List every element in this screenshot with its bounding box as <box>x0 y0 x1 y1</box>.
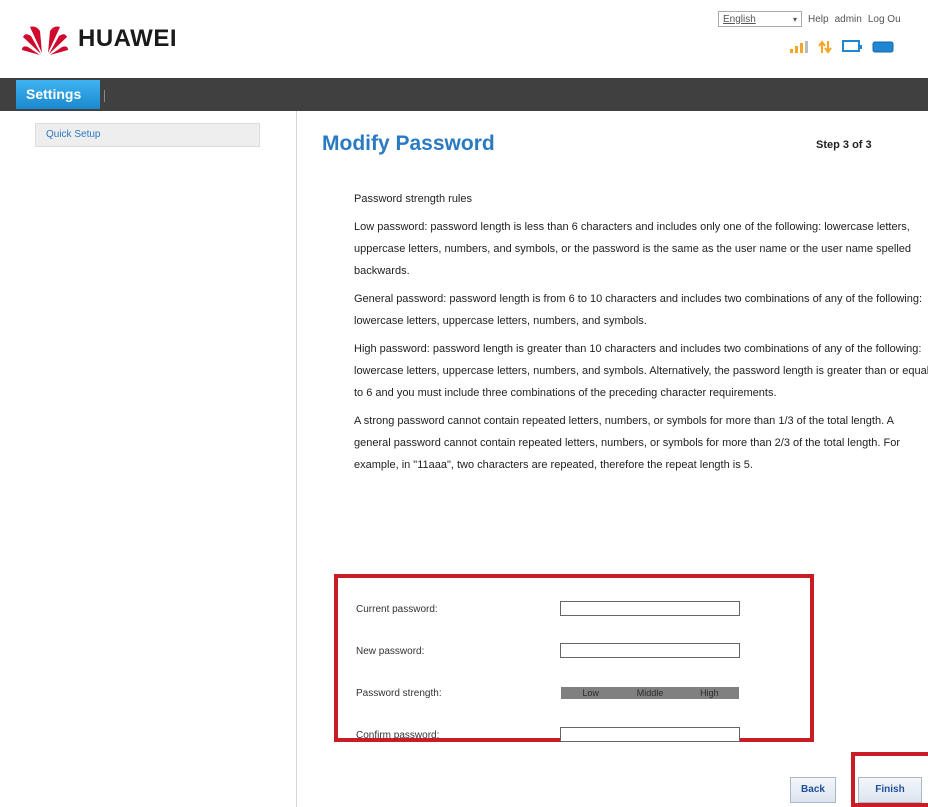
rule-general: General password: password length is fro… <box>354 293 923 327</box>
huawei-flower-icon <box>22 26 68 55</box>
main-content: Modify Password Step 3 of 3 Password str… <box>297 111 928 807</box>
strength-level-low: Low <box>582 688 599 698</box>
status-icons <box>790 40 894 54</box>
step-indicator: Step 3 of 3 <box>816 139 872 151</box>
current-password-input[interactable] <box>560 601 740 616</box>
data-transfer-icon <box>818 40 832 54</box>
new-password-label: New password: <box>356 646 425 657</box>
nav-divider <box>104 90 105 102</box>
tab-settings[interactable]: Settings <box>16 80 100 109</box>
signal-icon <box>790 41 808 53</box>
finish-button[interactable]: Finish <box>858 777 922 803</box>
password-strength-label: Password strength: <box>356 688 442 699</box>
logout-link[interactable]: Log Ou <box>868 14 901 25</box>
rule-repeat: A strong password cannot contain repeate… <box>354 415 901 471</box>
back-button[interactable]: Back <box>790 777 836 803</box>
confirm-password-input[interactable] <box>560 727 740 742</box>
strength-level-high: High <box>700 688 719 698</box>
chevron-down-icon: ▾ <box>792 14 797 24</box>
huawei-logo: HUAWEI <box>22 23 177 55</box>
help-link[interactable]: Help <box>808 14 829 25</box>
password-form-highlight: Current password: New password: Password… <box>334 574 814 742</box>
password-rules: Password strength rules Low password: pa… <box>354 188 928 482</box>
rules-heading: Password strength rules <box>354 193 472 205</box>
language-value: English <box>723 13 756 25</box>
sidebar: Quick Setup <box>0 111 297 807</box>
current-password-label: Current password: <box>356 604 438 615</box>
page-title: Modify Password <box>322 132 495 155</box>
rule-low: Low password: password length is less th… <box>354 221 912 277</box>
new-password-input[interactable] <box>560 643 740 658</box>
main-navbar: Settings <box>0 78 928 111</box>
rule-high: High password: password length is greate… <box>354 343 928 399</box>
confirm-password-label: Confirm password: <box>356 730 440 741</box>
strength-level-middle: Middle <box>636 688 664 698</box>
password-strength-meter: Low Middle High <box>561 687 739 699</box>
top-links: English ▾ Help admin Log Ou <box>718 11 907 27</box>
sidebar-item-quick-setup[interactable]: Quick Setup <box>35 123 260 147</box>
language-select[interactable]: English ▾ <box>718 11 802 27</box>
battery-icon <box>872 41 894 53</box>
brand-name: HUAWEI <box>78 25 177 52</box>
computer-icon <box>842 40 862 52</box>
admin-link[interactable]: admin <box>835 14 862 25</box>
header: HUAWEI English ▾ Help admin Log Ou <box>0 0 928 78</box>
